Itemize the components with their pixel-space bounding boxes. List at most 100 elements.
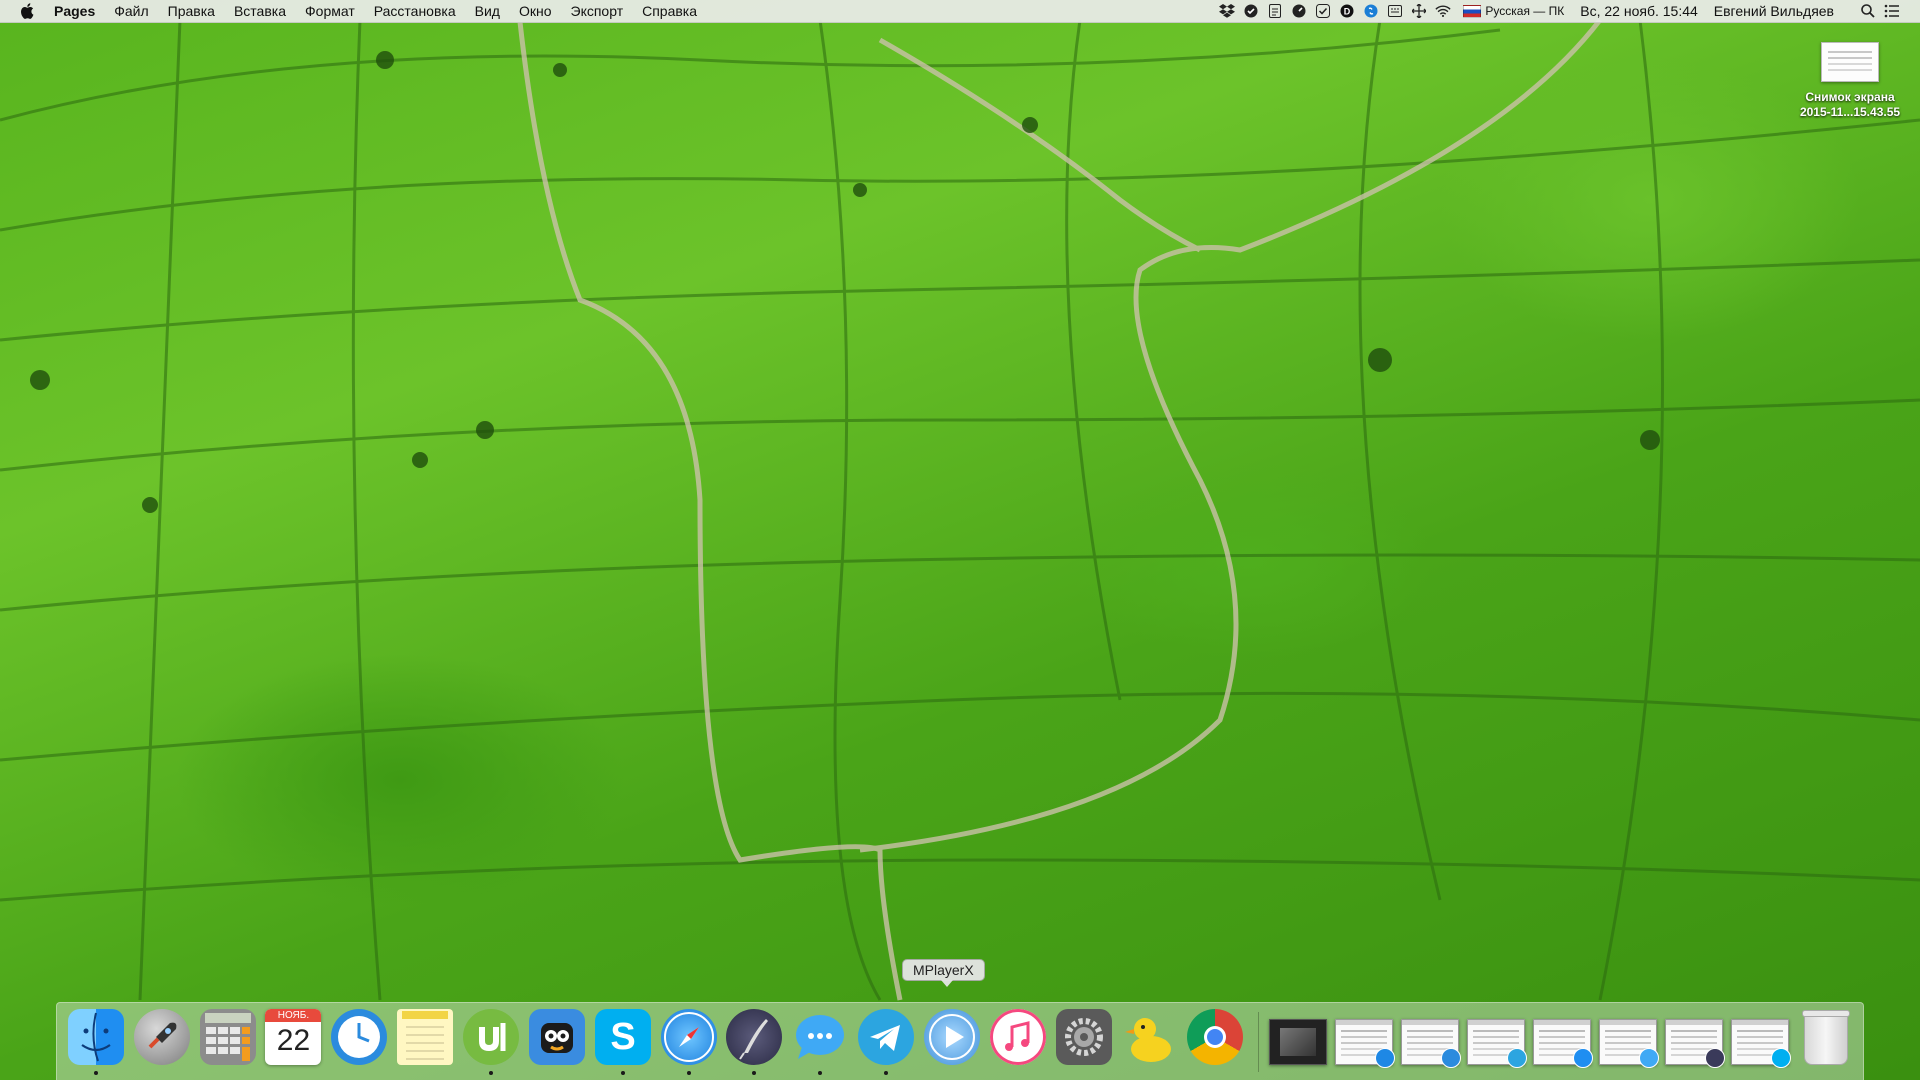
menu-window[interactable]: Окно bbox=[519, 3, 552, 19]
dock-trash[interactable] bbox=[1797, 1009, 1855, 1075]
clock-icon[interactable] bbox=[331, 1008, 388, 1065]
shazam-icon[interactable] bbox=[1363, 3, 1379, 19]
wifi-icon[interactable] bbox=[1435, 3, 1452, 19]
calendar-icon[interactable]: НОЯБ. 22 bbox=[265, 1008, 322, 1065]
trash-icon[interactable] bbox=[1802, 1009, 1851, 1065]
menu-help[interactable]: Справка bbox=[642, 3, 697, 19]
running-indicator bbox=[620, 1070, 625, 1075]
desktop-wallpaper bbox=[0, 0, 1920, 1080]
play-icon[interactable] bbox=[923, 1008, 980, 1065]
menu-insert[interactable]: Вставка bbox=[234, 3, 286, 19]
screenshot-thumbnail[interactable] bbox=[1821, 42, 1879, 82]
running-indicator bbox=[752, 1070, 757, 1075]
shield-icon[interactable] bbox=[1243, 3, 1259, 19]
dock-notes[interactable] bbox=[396, 1008, 454, 1075]
skype-badge-icon bbox=[1771, 1047, 1792, 1068]
quill-pen-icon[interactable] bbox=[726, 1008, 783, 1065]
dock-minimized-skype[interactable] bbox=[1731, 1014, 1792, 1070]
menu-export[interactable]: Экспорт bbox=[571, 3, 624, 19]
gear-icon[interactable] bbox=[1055, 1008, 1112, 1065]
checkbox-icon[interactable] bbox=[1315, 3, 1331, 19]
dock-skype[interactable]: S bbox=[594, 1008, 652, 1075]
dock-time-app[interactable] bbox=[330, 1008, 388, 1075]
finder-badge-icon bbox=[1573, 1047, 1594, 1068]
dock-tweetbot[interactable] bbox=[528, 1008, 586, 1075]
desktop-screenshot-file[interactable]: Снимок экрана 2015-11...15.43.55 bbox=[1790, 42, 1910, 120]
utorrent-icon[interactable] bbox=[462, 1008, 519, 1065]
skype-icon[interactable]: S bbox=[594, 1008, 651, 1065]
calendar-day: 22 bbox=[276, 1023, 311, 1057]
dock-tooltip: MPlayerX bbox=[902, 959, 985, 987]
move-icon[interactable] bbox=[1411, 3, 1427, 19]
spotlight-search-icon[interactable] bbox=[1860, 3, 1876, 19]
duck-icon[interactable] bbox=[1121, 1009, 1177, 1065]
menu-format[interactable]: Формат bbox=[305, 3, 355, 19]
apple-menu-icon[interactable] bbox=[20, 3, 34, 19]
notification-center-icon[interactable] bbox=[1884, 3, 1900, 19]
window-thumbnail[interactable] bbox=[1269, 1018, 1328, 1065]
input-source-label[interactable]: Русская — ПК bbox=[1485, 4, 1564, 18]
dock-safari[interactable] bbox=[660, 1008, 718, 1075]
notes-icon[interactable] bbox=[397, 1008, 454, 1065]
finder-icon[interactable] bbox=[67, 1008, 124, 1065]
dock-quill-app[interactable] bbox=[725, 1008, 783, 1075]
telegram-badge-icon bbox=[1507, 1047, 1528, 1068]
dock-mplayerx[interactable] bbox=[923, 1008, 981, 1075]
dock-minimized-telegram[interactable] bbox=[1467, 1014, 1528, 1070]
dock-itunes[interactable] bbox=[989, 1008, 1047, 1075]
dock-minimized-safari[interactable] bbox=[1335, 1014, 1396, 1070]
quill-badge-icon bbox=[1705, 1047, 1726, 1068]
rocket-icon[interactable] bbox=[133, 1008, 190, 1065]
dock-minimized-photo[interactable] bbox=[1269, 1014, 1328, 1070]
menu-edit[interactable]: Правка bbox=[168, 3, 215, 19]
menu-app-pages[interactable]: Pages bbox=[54, 3, 95, 19]
desktop-file-label: Снимок экрана 2015-11...15.43.55 bbox=[1800, 90, 1900, 120]
safari-compass-icon[interactable] bbox=[660, 1008, 717, 1065]
dock-minimized-time[interactable] bbox=[1401, 1014, 1462, 1070]
menu-view[interactable]: Вид bbox=[475, 3, 500, 19]
chrome-icon[interactable] bbox=[1187, 1008, 1244, 1065]
desktop-file-label-line1: Снимок экрана bbox=[1805, 90, 1895, 104]
calculator-icon[interactable] bbox=[199, 1008, 256, 1065]
music-note-icon[interactable] bbox=[989, 1008, 1046, 1065]
dock-cyberduck[interactable] bbox=[1121, 1009, 1179, 1075]
dock-system-preferences[interactable] bbox=[1055, 1008, 1113, 1075]
telegram-plane-icon[interactable] bbox=[858, 1008, 915, 1065]
menu-arrange[interactable]: Расстановка bbox=[374, 3, 456, 19]
dropbox-icon[interactable] bbox=[1219, 3, 1236, 19]
dock-calculator[interactable] bbox=[199, 1008, 257, 1075]
dock-telegram[interactable] bbox=[857, 1008, 915, 1075]
running-indicator bbox=[818, 1070, 823, 1075]
dock: НОЯБ. 22 S bbox=[56, 1002, 1864, 1080]
keyboard-icon[interactable] bbox=[1387, 3, 1403, 19]
dock-calendar[interactable]: НОЯБ. 22 bbox=[265, 1008, 323, 1075]
calendar-month: НОЯБ. bbox=[265, 1008, 322, 1022]
dock-minimized-quill[interactable] bbox=[1665, 1014, 1726, 1070]
dock-minimized-messages[interactable] bbox=[1599, 1014, 1660, 1070]
dock-utorrent[interactable] bbox=[462, 1008, 520, 1075]
running-indicator bbox=[94, 1070, 98, 1075]
identity-icon[interactable]: D bbox=[1339, 3, 1355, 19]
field-pattern bbox=[0, 18, 1920, 1001]
dock-chrome[interactable] bbox=[1186, 1008, 1244, 1075]
chat-bubble-icon[interactable] bbox=[792, 1009, 848, 1065]
messages-badge-icon bbox=[1639, 1047, 1660, 1068]
svg-text:D: D bbox=[1344, 7, 1351, 17]
tweetbot-icon[interactable] bbox=[528, 1008, 585, 1065]
gauge-icon[interactable] bbox=[1291, 3, 1307, 19]
menubar-username[interactable]: Евгений Вильдяев bbox=[1714, 3, 1834, 19]
document-icon[interactable] bbox=[1267, 3, 1283, 19]
russian-flag-icon[interactable] bbox=[1463, 4, 1482, 18]
dock-separator bbox=[1258, 1011, 1260, 1072]
svg-text:S: S bbox=[610, 1016, 635, 1058]
safari-badge-icon bbox=[1375, 1047, 1396, 1068]
dock-minimized-finder[interactable] bbox=[1533, 1014, 1594, 1070]
menu-file[interactable]: Файл bbox=[114, 3, 148, 19]
desktop-file-label-line2: 2015-11...15.43.55 bbox=[1799, 105, 1901, 119]
dock-launchpad[interactable] bbox=[133, 1008, 191, 1075]
menu-bar: Pages Файл Правка Вставка Формат Расстан… bbox=[0, 0, 1920, 23]
clock-badge-icon bbox=[1441, 1047, 1462, 1068]
dock-messages[interactable] bbox=[791, 1009, 849, 1075]
menubar-clock[interactable]: Вс, 22 нояб. 15:44 bbox=[1580, 3, 1698, 19]
dock-finder[interactable] bbox=[67, 1008, 125, 1075]
